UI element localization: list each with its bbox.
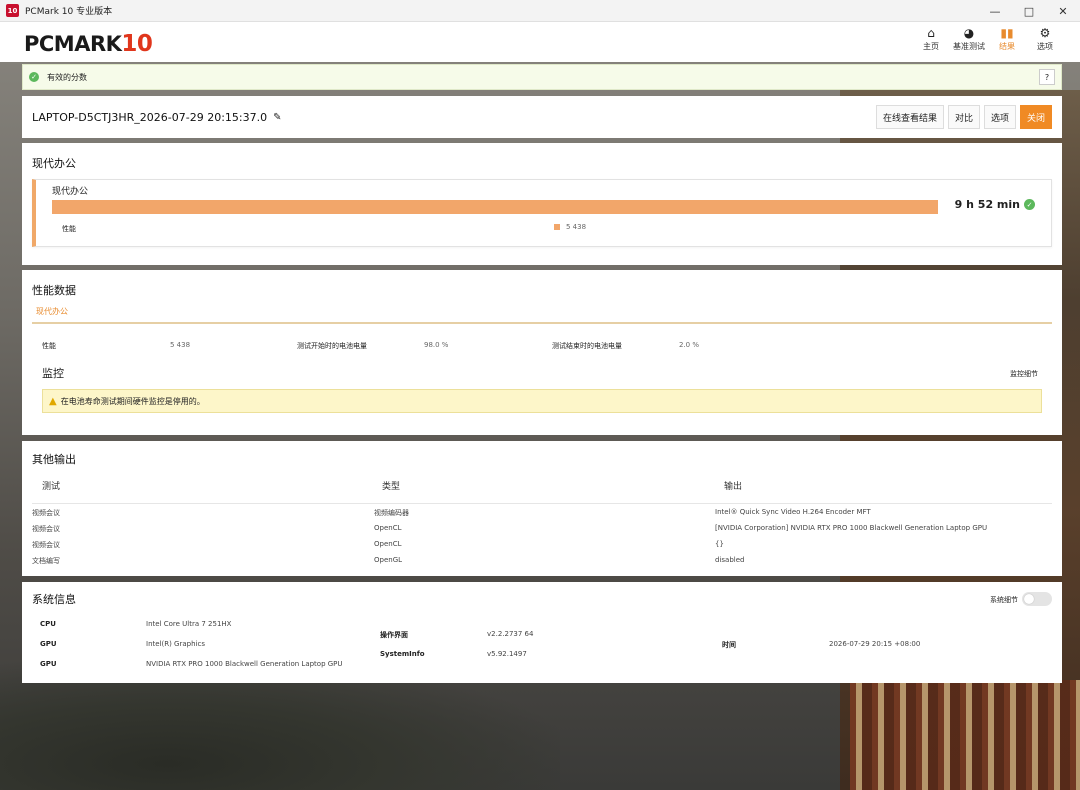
pcmark-logo: PCMARK10 bbox=[24, 31, 153, 57]
nav-options[interactable]: ⚙ 选项 bbox=[1026, 25, 1064, 52]
close-button[interactable]: 关闭 bbox=[1019, 105, 1052, 129]
table-cell: 文档编写 bbox=[32, 557, 60, 565]
window-title: PCMark 10 专业版本 bbox=[25, 7, 113, 17]
view-online-button[interactable]: 在线查看结果 bbox=[875, 105, 944, 129]
edit-pencil-icon[interactable]: ✎ bbox=[273, 112, 281, 123]
nav-benchmarks[interactable]: ◕ 基准测试 bbox=[950, 25, 988, 52]
legend-value: 5 438 bbox=[566, 223, 587, 231]
help-button[interactable]: ? bbox=[1039, 69, 1055, 85]
table-cell: 视频会议 bbox=[32, 541, 60, 549]
nav-results[interactable]: ▮▮ 结果 bbox=[988, 25, 1026, 52]
table-cell: {} bbox=[715, 540, 724, 548]
check-circle-icon: ✓ bbox=[29, 72, 39, 82]
kv-label: 性能 bbox=[42, 342, 56, 350]
sysinfo-value: v5.92.1497 bbox=[487, 650, 527, 658]
table-cell: OpenCL bbox=[374, 540, 402, 548]
monitoring-title: 监控 bbox=[42, 367, 64, 380]
section-heading: 其他输出 bbox=[32, 453, 76, 466]
table-header: 类型 bbox=[382, 482, 401, 492]
app-icon: 10 bbox=[6, 4, 19, 17]
table-cell: 视频会议 bbox=[32, 509, 60, 517]
result-title: LAPTOP-D5CTJ3HR_2026-07-29 20:15:37.0 bbox=[32, 110, 268, 124]
compare-button[interactable]: 对比 bbox=[947, 105, 980, 129]
table-cell: OpenGL bbox=[374, 556, 403, 564]
sysinfo-key: CPU bbox=[40, 620, 56, 628]
other-output-section: 其他输出 测试 类型 输出 视频会议 视频编码器 Intel® Quick Sy… bbox=[22, 441, 1062, 576]
section-heading: 现代办公 bbox=[32, 157, 76, 170]
background-temple-base bbox=[850, 680, 1080, 790]
sysinfo-key: 时间 bbox=[722, 641, 736, 649]
kv-label: 测试开始时的电池电量 bbox=[297, 342, 367, 350]
monitoring-warning: ▲ 在电池寿命测试期间硬件监控是停用的。 bbox=[42, 389, 1042, 413]
table-cell: 视频编码器 bbox=[374, 509, 409, 517]
monitoring-details-link[interactable]: 监控细节 bbox=[1010, 369, 1038, 379]
section-heading: 系统信息 bbox=[32, 593, 76, 606]
window-titlebar: 10 PCMark 10 专业版本 — □ ✕ bbox=[0, 0, 1080, 22]
minimize-button[interactable]: — bbox=[978, 0, 1012, 22]
nav-home[interactable]: ⌂ 主页 bbox=[912, 25, 950, 52]
sysinfo-key: 操作界面 bbox=[380, 631, 408, 639]
sysinfo-key: GPU bbox=[40, 640, 57, 648]
kv-label: 测试结束时的电池电量 bbox=[552, 342, 622, 350]
check-circle-icon: ✓ bbox=[1024, 199, 1035, 210]
modern-office-section: 现代办公 现代办公 9 h 52 min ✓ 性能 5 438 bbox=[22, 143, 1062, 265]
score-card: 现代办公 9 h 52 min ✓ 性能 5 438 bbox=[32, 179, 1052, 247]
section-heading: 性能数据 bbox=[32, 284, 76, 297]
sysinfo-value: Intel Core Ultra 7 251HX bbox=[146, 620, 232, 628]
result-header: LAPTOP-D5CTJ3HR_2026-07-29 20:15:37.0 ✎ … bbox=[22, 96, 1062, 138]
main-nav: ⌂ 主页 ◕ 基准测试 ▮▮ 结果 ⚙ 选项 bbox=[912, 25, 1064, 52]
table-cell: OpenCL bbox=[374, 524, 402, 532]
warning-icon: ▲ bbox=[49, 395, 57, 407]
table-divider bbox=[32, 503, 1052, 504]
sysinfo-value: 2026-07-29 20:15 +08:00 bbox=[829, 640, 921, 648]
close-window-button[interactable]: ✕ bbox=[1046, 0, 1080, 22]
tab-underline bbox=[32, 322, 1052, 324]
table-cell: [NVIDIA Corporation] NVIDIA RTX PRO 1000… bbox=[715, 524, 988, 532]
system-info-section: 系统信息 系统细节 CPU Intel Core Ultra 7 251HX G… bbox=[22, 582, 1062, 683]
app-header: PCMARK10 ⌂ 主页 ◕ 基准测试 ▮▮ 结果 ⚙ 选项 bbox=[0, 22, 1080, 62]
table-header: 输出 bbox=[724, 482, 743, 492]
table-cell: disabled bbox=[715, 556, 745, 564]
maximize-button[interactable]: □ bbox=[1012, 0, 1046, 22]
sysinfo-value: Intel(R) Graphics bbox=[146, 640, 205, 648]
table-header: 测试 bbox=[42, 482, 61, 492]
table-cell: 视频会议 bbox=[32, 525, 60, 533]
bar-chart-icon: ▮▮ bbox=[1000, 26, 1014, 40]
score-bar bbox=[52, 200, 938, 214]
sysinfo-value: NVIDIA RTX PRO 1000 Blackwell Generation… bbox=[146, 660, 343, 668]
status-text: 有效的分数 bbox=[47, 72, 87, 82]
sysinfo-value: v2.2.2737 64 bbox=[487, 630, 534, 638]
kv-value: 98.0 % bbox=[424, 341, 449, 349]
gauge-icon: ◕ bbox=[963, 26, 975, 40]
card-title: 现代办公 bbox=[52, 187, 89, 197]
tab-modern-office[interactable]: 现代办公 bbox=[36, 306, 68, 317]
card-sub-label: 性能 bbox=[62, 225, 76, 233]
performance-data-section: 性能数据 现代办公 性能 5 438 测试开始时的电池电量 98.0 % 测试结… bbox=[22, 270, 1062, 435]
home-icon: ⌂ bbox=[927, 26, 935, 40]
warning-text: 在电池寿命测试期间硬件监控是停用的。 bbox=[60, 396, 205, 406]
sysinfo-key: SystemInfo bbox=[380, 650, 425, 658]
score-value: 9 h 52 min ✓ bbox=[955, 198, 1035, 211]
kv-value: 5 438 bbox=[170, 341, 191, 349]
sysinfo-key: GPU bbox=[40, 660, 57, 668]
gear-icon: ⚙ bbox=[1039, 26, 1051, 40]
system-details-toggle[interactable] bbox=[1022, 592, 1052, 606]
legend-swatch bbox=[554, 224, 560, 230]
table-cell: Intel® Quick Sync Video H.264 Encoder MF… bbox=[715, 508, 871, 516]
valid-score-bar: ✓ 有效的分数 ? bbox=[22, 64, 1062, 90]
kv-value: 2.0 % bbox=[679, 341, 700, 349]
system-details-label: 系统细节 bbox=[990, 596, 1018, 604]
options-button[interactable]: 选项 bbox=[983, 105, 1016, 129]
